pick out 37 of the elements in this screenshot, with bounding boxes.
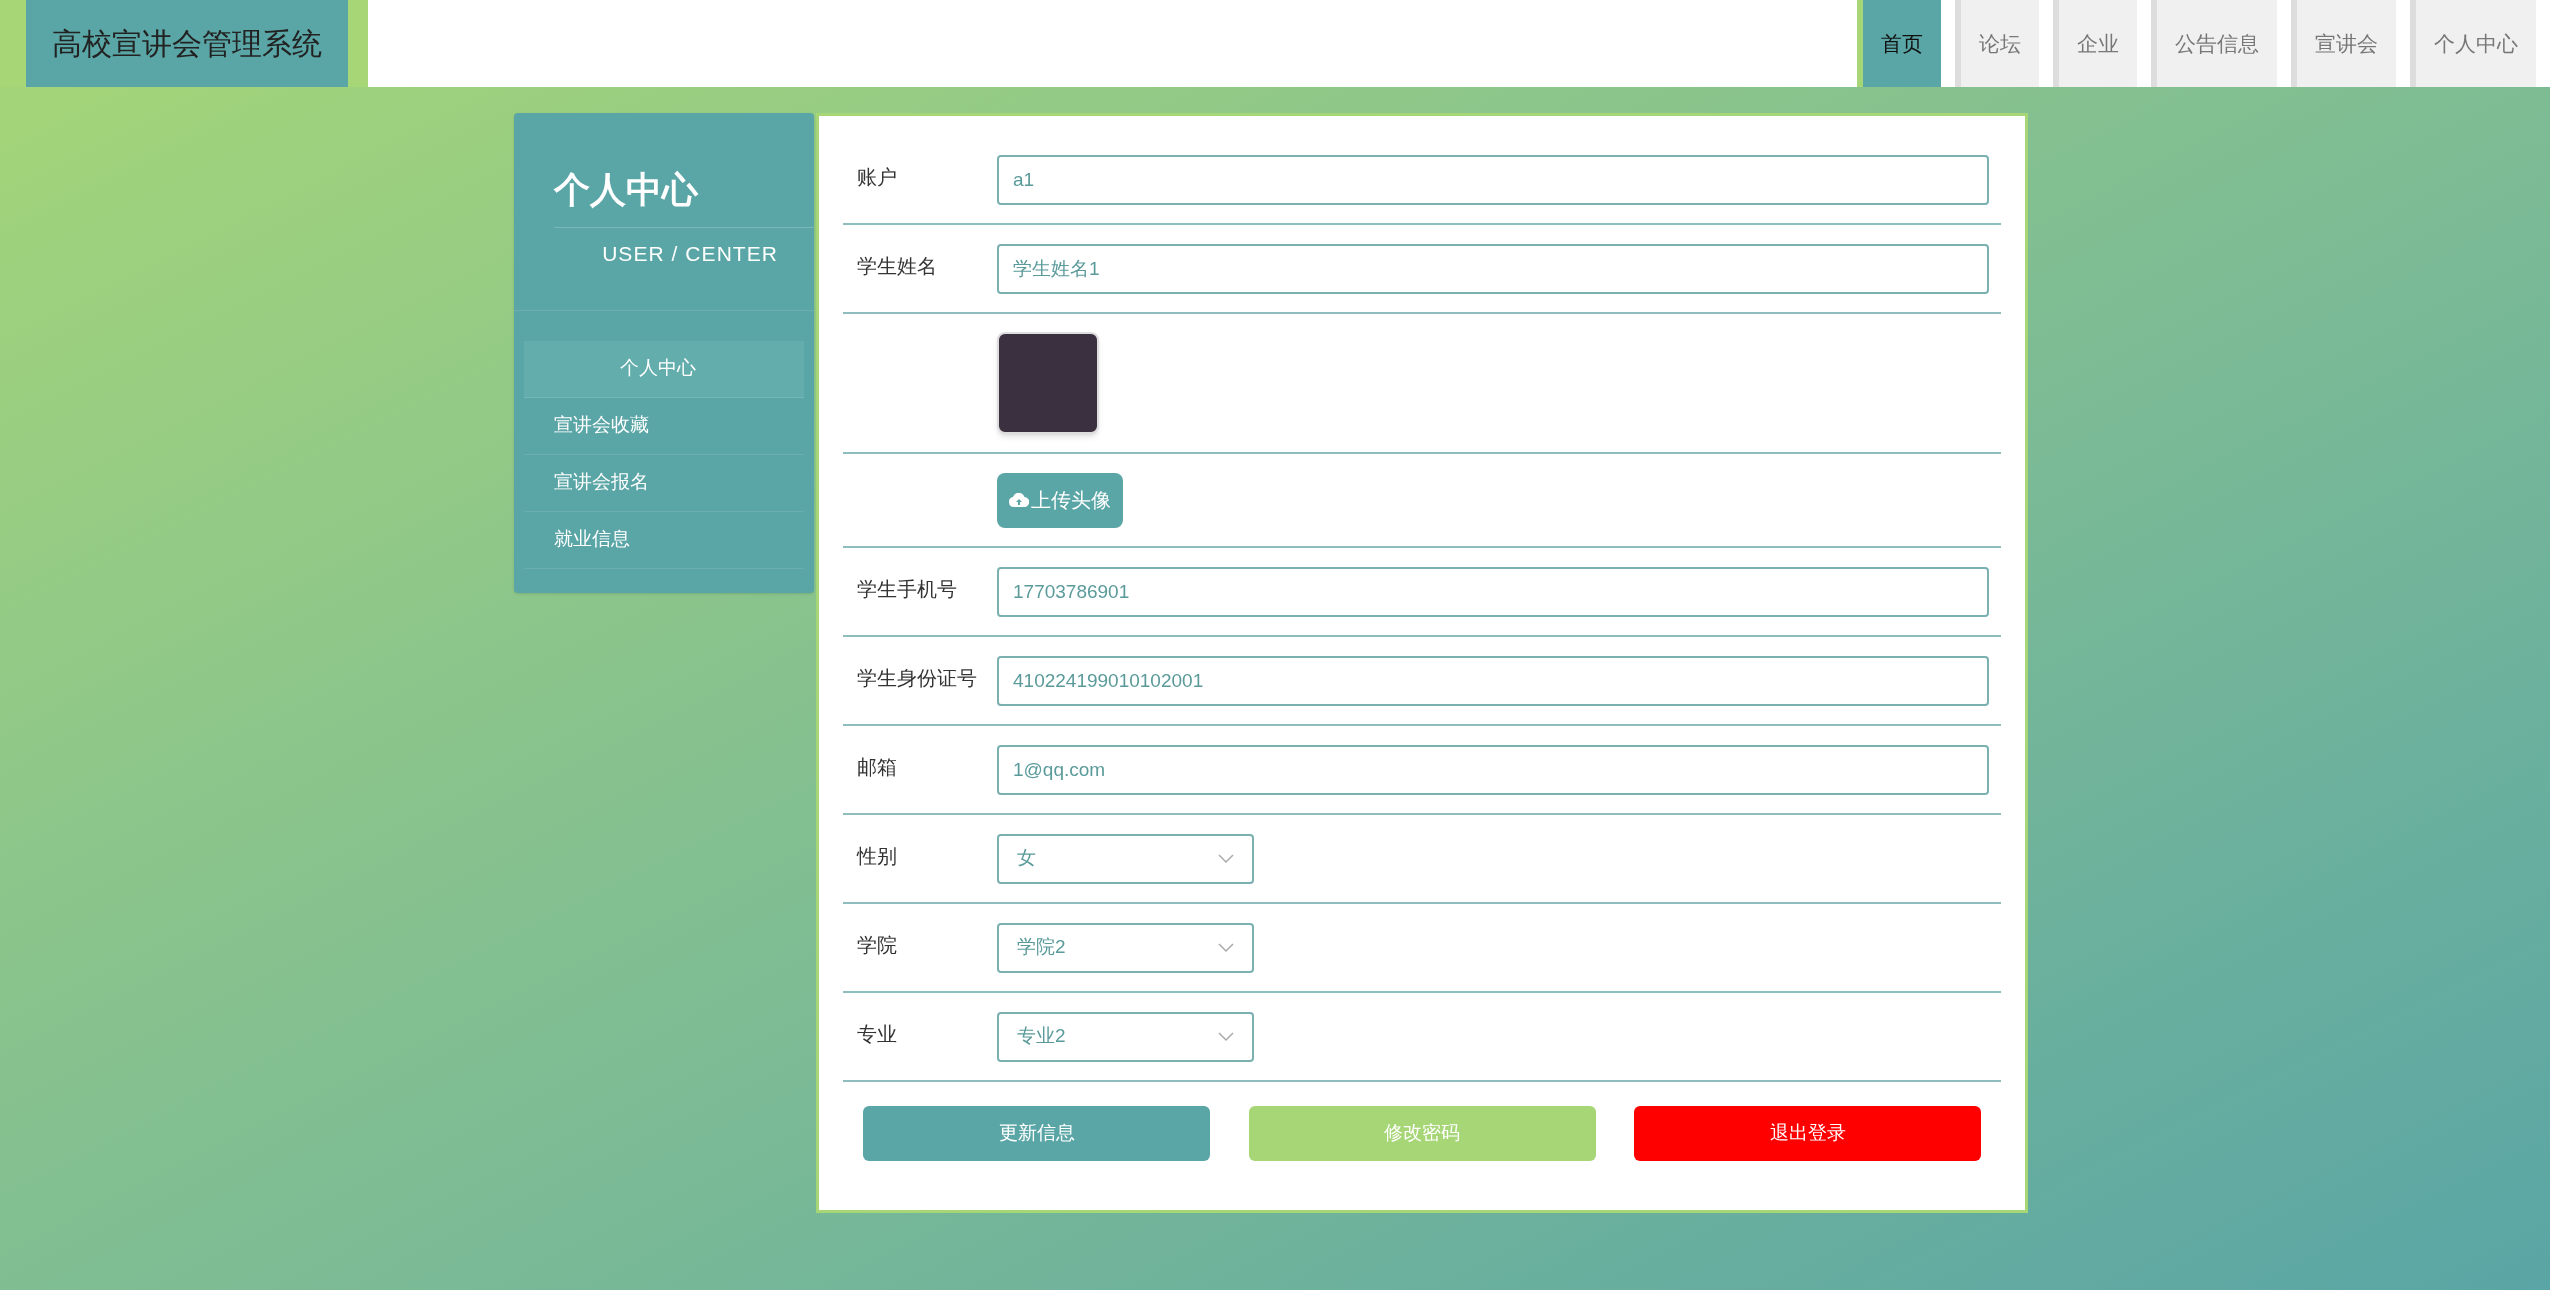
nav-tab[interactable]: 企业: [2053, 0, 2137, 87]
action-button[interactable]: 修改密码: [1248, 1106, 1596, 1161]
select-dropdown[interactable]: 女: [997, 833, 1254, 884]
sidebar-item[interactable]: 宣讲会收藏: [524, 397, 804, 455]
select-dropdown[interactable]: 专业2: [997, 1011, 1254, 1062]
nav-tab[interactable]: 首页: [1863, 0, 1941, 87]
nav-tab[interactable]: 宣讲会: [2291, 0, 2396, 87]
input-field[interactable]: a1: [997, 154, 1989, 205]
sidebar-subtitle: USER / CENTER: [602, 241, 778, 267]
chevron-down-icon: [1218, 942, 1234, 953]
sidebar-item[interactable]: 宣讲会报名: [524, 454, 804, 512]
select-dropdown[interactable]: 学院2: [997, 922, 1254, 973]
sidebar-item[interactable]: 个人中心: [524, 340, 804, 398]
nav-tab[interactable]: 论坛: [1955, 0, 2039, 87]
site-title: 高校宣讲会管理系统: [26, 0, 348, 87]
action-button[interactable]: 更新信息: [863, 1106, 1210, 1161]
input-field[interactable]: 1@qq.com: [997, 744, 1989, 795]
input-field[interactable]: 410224199010102001: [997, 655, 1989, 706]
nav-tab[interactable]: 公告信息: [2151, 0, 2277, 87]
field-label: 学生姓名: [857, 254, 938, 279]
field-label: 学生手机号: [857, 577, 958, 602]
chevron-down-icon: [1218, 1031, 1234, 1042]
cloud-upload-icon: [1009, 493, 1029, 507]
field-label: 学院: [857, 933, 898, 958]
sidebar-title: 个人中心: [554, 168, 699, 212]
field-label: 学生身份证号: [857, 666, 978, 691]
nav-tab[interactable]: 个人中心: [2410, 0, 2536, 87]
action-button[interactable]: 退出登录: [1634, 1106, 1981, 1161]
field-label: 账户: [857, 165, 898, 190]
input-field[interactable]: 17703786901: [997, 566, 1989, 617]
field-label: 邮箱: [857, 755, 898, 780]
upload-avatar-button[interactable]: 上传头像: [997, 472, 1123, 528]
field-label: 性别: [857, 844, 898, 869]
sidebar-item[interactable]: 就业信息: [524, 511, 804, 569]
input-field[interactable]: 学生姓名1: [997, 243, 1989, 294]
chevron-down-icon: [1218, 853, 1234, 864]
field-label: 专业: [857, 1022, 898, 1047]
